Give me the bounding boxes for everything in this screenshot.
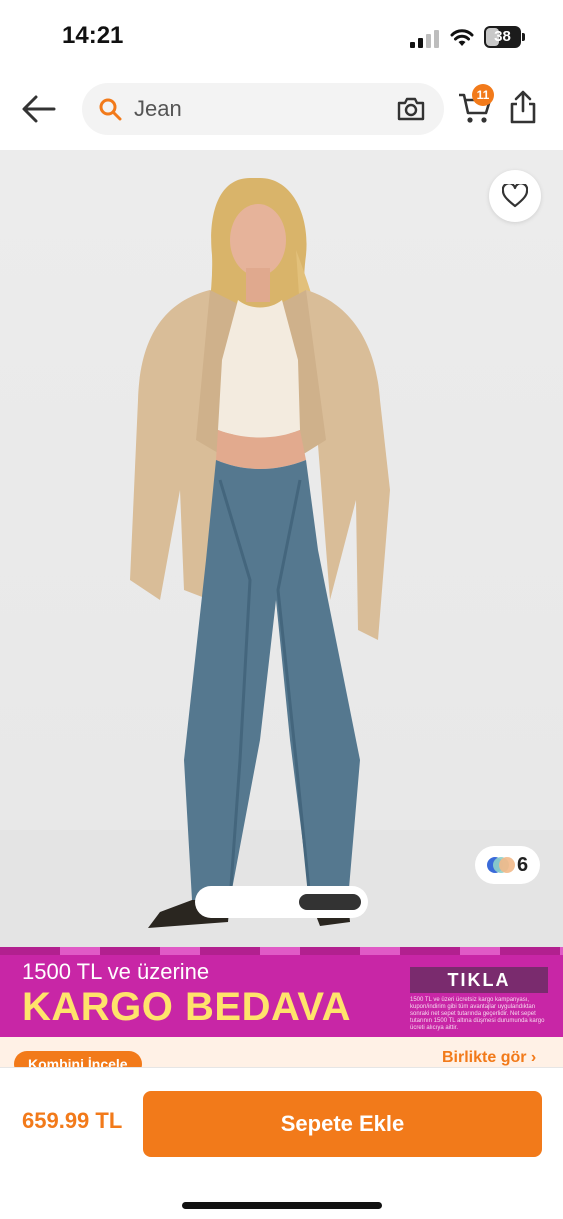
bottom-action-bar: 659.99 TL Sepete Ekle: [0, 1067, 563, 1219]
color-options-button[interactable]: 6: [475, 846, 540, 884]
favorite-button[interactable]: [489, 170, 541, 222]
color-count: 6: [517, 854, 529, 876]
battery-percent: 38: [494, 28, 511, 45]
combine-chip[interactable]: Kombini İncele: [14, 1051, 142, 1067]
battery-icon: 38: [484, 26, 526, 48]
search-input[interactable]: Jean: [82, 83, 444, 135]
heart-icon: [502, 184, 528, 208]
share-button[interactable]: [508, 89, 538, 125]
wifi-icon: [450, 29, 474, 46]
free-shipping-banner[interactable]: 1500 TL ve üzerine KARGO BEDAVA TIKLA 15…: [0, 947, 563, 1037]
status-time: 14:21: [62, 22, 124, 49]
pager-dot-active[interactable]: [299, 894, 361, 910]
color-swatch-icon: [487, 857, 515, 873]
camera-icon[interactable]: [396, 96, 426, 122]
cellular-signal-icon: [410, 30, 439, 48]
banner-terms: 1500 TL ve üzeri ücretsiz kargo kampanya…: [410, 997, 545, 1031]
share-icon: [510, 90, 536, 124]
image-pager: [195, 886, 368, 918]
banner-headline: KARGO BEDAVA: [22, 985, 351, 1029]
banner-subtitle: 1500 TL ve üzerine: [22, 959, 210, 984]
search-icon: [99, 98, 122, 121]
add-to-cart-button[interactable]: Sepete Ekle: [143, 1091, 542, 1157]
back-arrow-icon: [22, 95, 56, 123]
top-header: Jean 11: [0, 75, 563, 150]
pager-dot[interactable]: [203, 894, 287, 910]
combine-row: Kombini İncele Birlikte gör ›: [0, 1037, 563, 1067]
see-together-label: Birlikte gör: [442, 1049, 527, 1066]
banner-cta-button[interactable]: TIKLA: [410, 967, 548, 993]
banner-stripes: [0, 947, 563, 955]
product-image[interactable]: 6: [0, 150, 563, 947]
status-bar: 14:21 38: [0, 0, 563, 75]
home-indicator[interactable]: [182, 1202, 382, 1209]
search-value: Jean: [134, 96, 182, 121]
back-button[interactable]: [18, 91, 60, 127]
see-together-link[interactable]: Birlikte gör ›: [442, 1049, 536, 1067]
cart-count-badge: 11: [472, 84, 494, 106]
chevron-right-icon: ›: [530, 1049, 537, 1066]
product-price: 659.99 TL: [22, 1108, 123, 1133]
product-photo-model: [130, 178, 390, 928]
